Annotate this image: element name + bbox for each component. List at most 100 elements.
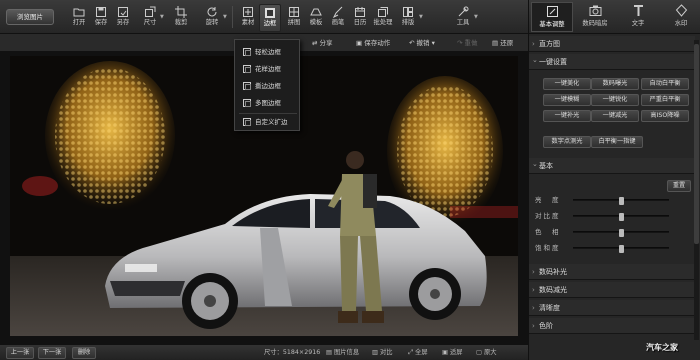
tab-digital-darkroom[interactable]: 数码暗房 [574, 2, 616, 32]
slider-brightness[interactable]: 亮 度 [533, 194, 691, 206]
fullscreen-button[interactable]: ⤢ 全屏 [408, 347, 428, 359]
open-icon [73, 6, 85, 18]
resize-icon [144, 6, 156, 18]
panel-scrollbar[interactable] [694, 40, 699, 340]
frame-icon [243, 99, 251, 107]
frame-icon [264, 7, 276, 19]
section-fill-light[interactable]: 数码补光 [529, 264, 695, 280]
layout-icon [402, 6, 414, 18]
rotate-icon [206, 6, 218, 18]
save-as-icon [117, 6, 129, 18]
image-info-button[interactable]: ▤ 图片信息 [326, 347, 359, 359]
tab-text[interactable]: 文字 [617, 2, 659, 32]
quick-btn-iso-denoise[interactable]: 高ISO降噪 [641, 110, 689, 122]
fit-screen-button[interactable]: ▣ 适屏 [442, 347, 463, 359]
tools-icon [457, 6, 469, 18]
quick-btn-sharpen[interactable]: 一键锐化 [591, 94, 639, 106]
calendar-button[interactable]: 日历 [349, 4, 371, 32]
share-button[interactable]: ⇄ 分享 [312, 37, 333, 49]
compare-button[interactable]: ▥ 对比 [372, 347, 393, 359]
frame-button[interactable]: 边框 [259, 4, 281, 32]
section-histogram[interactable]: 直方图 [529, 36, 695, 52]
template-icon [310, 6, 322, 18]
resize-dropdown-arrow[interactable]: ▼ [160, 14, 164, 20]
slider-contrast[interactable]: 对比度 [533, 210, 691, 222]
collage-icon [288, 6, 300, 18]
frame-icon [243, 82, 251, 90]
prev-image-button[interactable]: 上一张 [6, 347, 34, 359]
undo-button[interactable]: ↶ 撤销 ▾ [409, 37, 435, 49]
panel-tabs: 基本调整 数码暗房 文字 水印 [529, 0, 700, 34]
right-panel: 基本调整 数码暗房 文字 水印 直方图 一键设置 一键美化 数码曝光 自动白平衡… [528, 0, 700, 360]
slider-handle[interactable] [618, 229, 624, 237]
next-image-button[interactable]: 下一张 [38, 347, 66, 359]
toolbar-divider [232, 6, 233, 28]
slider-handle[interactable] [618, 213, 624, 221]
material-icon [242, 6, 254, 18]
slider-saturation[interactable]: 饱和度 [533, 242, 691, 254]
batch-icon [377, 6, 389, 18]
rotate-button[interactable]: 旋转 [201, 4, 223, 32]
quick-btn-fill-light[interactable]: 一键补光 [543, 110, 591, 122]
quick-btn-blur[interactable]: 一键模糊 [543, 94, 591, 106]
delete-button[interactable]: 删除 [72, 347, 96, 359]
template-button[interactable]: 模板 [305, 4, 327, 32]
scrollbar-thumb[interactable] [694, 44, 699, 244]
material-button[interactable]: 素材 [237, 4, 259, 32]
restore-button[interactable]: ▤ 还原 [492, 37, 513, 49]
section-reduce-light[interactable]: 数码减光 [529, 282, 695, 298]
resize-button[interactable]: 尺寸 [139, 4, 161, 32]
layout-dropdown-arrow[interactable]: ▼ [419, 14, 423, 20]
quick-btn-exposure[interactable]: 数码曝光 [591, 78, 639, 90]
text-icon [632, 4, 645, 17]
spot-metering-button[interactable]: 数字点测光 [543, 136, 591, 148]
brush-icon [332, 6, 344, 19]
section-basic[interactable]: 基本 [529, 156, 695, 174]
menu-item-multi-image-frame[interactable]: 多图边框 [237, 95, 299, 111]
menu-item-torn-edge-frame[interactable]: 撕边边框 [237, 78, 299, 94]
batch-button[interactable]: 批处理 [372, 4, 394, 32]
menu-item-fancy-frame[interactable]: 花样边框 [237, 61, 299, 77]
tools-button[interactable]: 工具 [452, 4, 474, 32]
quick-btn-strict-wb[interactable]: 严重白平衡 [641, 94, 689, 106]
crop-button[interactable]: 裁剪 [170, 4, 192, 32]
quick-btn-auto-wb[interactable]: 自动白平衡 [641, 78, 689, 90]
slider-handle[interactable] [618, 197, 624, 205]
quick-btn-beautify[interactable]: 一键美化 [543, 78, 591, 90]
section-clarity[interactable]: 清晰度 [529, 300, 695, 316]
status-bar: 上一张 下一张 删除 尺寸：5184×2916 ▤ 图片信息 ▥ 对比 ⤢ 全屏… [0, 344, 528, 360]
redo-button[interactable]: ↷ 重做 [457, 37, 478, 49]
reset-button[interactable]: 重置 [667, 180, 691, 192]
section-levels[interactable]: 色阶 [529, 318, 695, 334]
slider-handle[interactable] [618, 245, 624, 253]
browse-images-button[interactable]: 浏览图片 [6, 9, 54, 25]
crop-icon [175, 6, 187, 18]
expand-icon [243, 118, 251, 126]
watermark-text: 汽车之家 [646, 343, 678, 352]
tab-watermark[interactable]: 水印 [660, 2, 700, 32]
tools-dropdown-arrow[interactable]: ▼ [474, 14, 478, 20]
main-toolbar: 浏览图片 打开 保存 另存 尺寸 ▼ 裁剪 旋转 ▼ 素材 边框 拼图 模板 画… [0, 0, 528, 34]
menu-item-simple-frame[interactable]: 轻松边框 [237, 44, 299, 60]
camera-icon [589, 4, 602, 17]
tab-basic-adjust[interactable]: 基本调整 [531, 2, 573, 32]
save-button[interactable]: 保存 [90, 4, 112, 32]
save-action-button[interactable]: ▣ 保存动作 [356, 37, 390, 49]
rotate-dropdown-arrow[interactable]: ▼ [223, 14, 227, 20]
save-as-button[interactable]: 另存 [112, 4, 134, 32]
section-one-click[interactable]: 一键设置 [529, 52, 695, 70]
frame-icon [243, 65, 251, 73]
calendar-icon [354, 6, 366, 18]
original-size-button[interactable]: ▢ 原大 [476, 347, 497, 359]
slider-hue[interactable]: 色 相 [533, 226, 691, 238]
frame-dropdown-menu: 轻松边框 花样边框 撕边边框 多图边框 自定义扩边 [234, 39, 300, 131]
adjust-icon [546, 5, 559, 18]
collage-button[interactable]: 拼图 [283, 4, 305, 32]
quick-btn-reduce-light[interactable]: 一键减光 [591, 110, 639, 122]
brush-button[interactable]: 画笔 [327, 4, 349, 32]
layout-button[interactable]: 排版 [397, 4, 419, 32]
frame-icon [243, 48, 251, 56]
menu-item-custom-expand[interactable]: 自定义扩边 [237, 114, 299, 130]
open-button[interactable]: 打开 [68, 4, 90, 32]
wb-one-finger-button[interactable]: 白平衡一指键 [591, 136, 643, 148]
